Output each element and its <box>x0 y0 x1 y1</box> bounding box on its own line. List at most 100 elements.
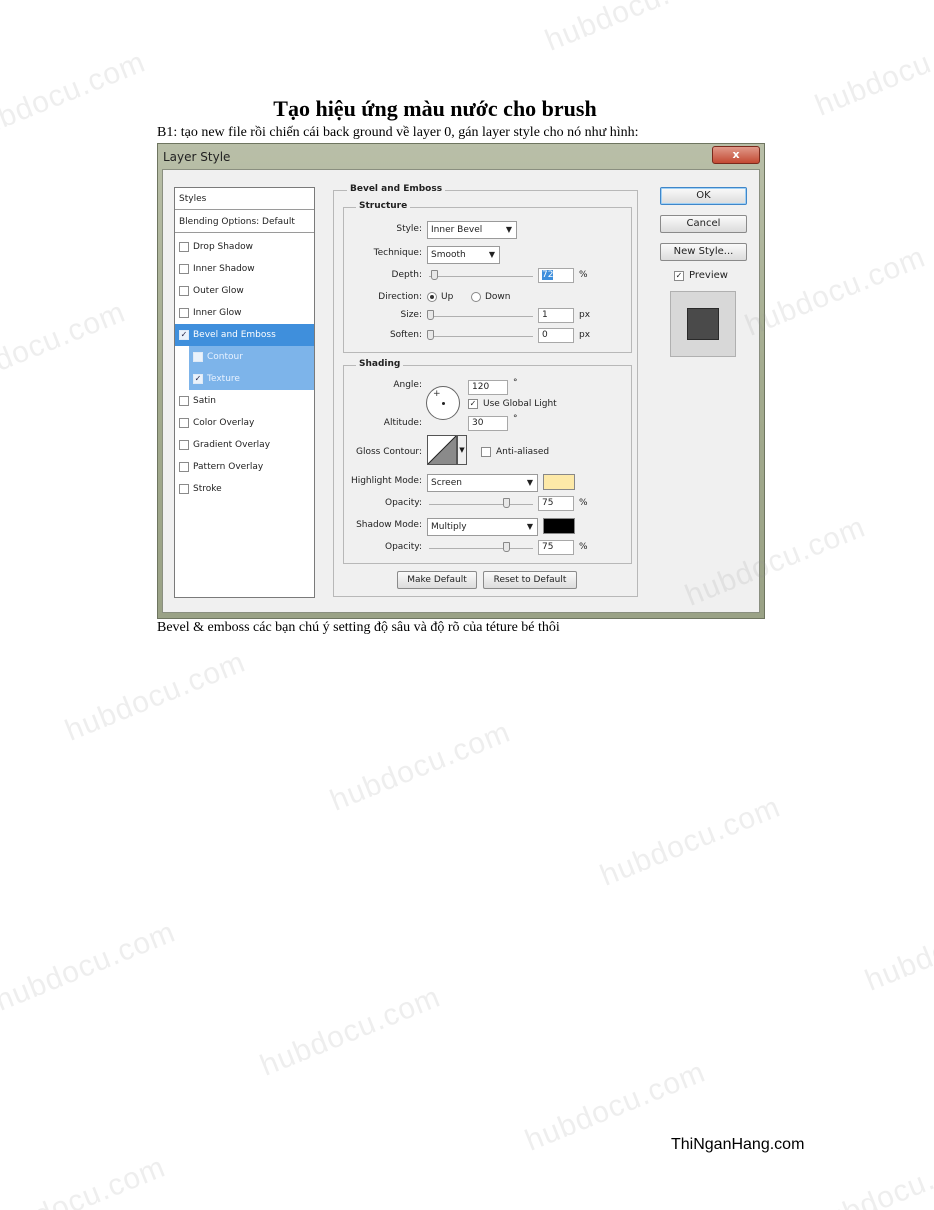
sidebar-item-checkbox[interactable] <box>179 285 189 296</box>
sidebar-item-pattern-overlay[interactable]: Pattern Overlay <box>175 456 314 478</box>
size-unit: px <box>579 310 591 320</box>
sidebar-item-checkbox[interactable] <box>179 241 189 252</box>
close-button[interactable]: x <box>712 146 760 164</box>
style-value: Inner Bevel <box>431 225 483 235</box>
depth-value: 72 <box>542 270 554 280</box>
new-style-button[interactable]: New Style... <box>660 243 747 261</box>
sidebar-item-satin[interactable]: Satin <box>175 390 314 412</box>
highlight-opacity-slider-thumb[interactable] <box>503 498 510 508</box>
soften-unit: px <box>579 330 591 340</box>
angle-unit: ° <box>513 378 518 388</box>
highlight-opacity-label: Opacity: <box>385 498 422 508</box>
highlight-mode-value: Screen <box>431 478 462 488</box>
sidebar-item-checkbox[interactable] <box>179 483 189 494</box>
watermark: hubdocu.com <box>860 895 934 998</box>
shading-title: Shading <box>356 359 404 369</box>
size-slider[interactable] <box>429 316 533 317</box>
highlight-color-swatch[interactable] <box>543 474 575 490</box>
sidebar-item-label: Gradient Overlay <box>193 440 271 450</box>
sidebar-item-checkbox[interactable]: ✓ <box>193 373 203 384</box>
chevron-down-icon: ▼ <box>488 250 495 259</box>
watermark: hubdocu.com <box>805 1140 934 1210</box>
sidebar-item-label: Inner Shadow <box>193 264 255 274</box>
layer-style-dialog: Layer Style x Styles Blending Options: D… <box>157 143 765 619</box>
shadow-mode-dropdown[interactable]: Multiply ▼ <box>427 518 538 536</box>
sidebar-item-checkbox[interactable] <box>179 307 189 318</box>
sidebar-item-label: Drop Shadow <box>193 242 254 252</box>
sidebar-styles-header[interactable]: Styles <box>175 188 314 210</box>
highlight-opacity-slider[interactable] <box>429 504 533 505</box>
shadow-color-swatch[interactable] <box>543 518 575 534</box>
sidebar-item-checkbox[interactable]: ✓ <box>179 329 189 340</box>
watermark: hubdocu.com <box>595 790 786 893</box>
preview-swatch <box>687 308 719 340</box>
highlight-opacity-unit: % <box>579 498 588 508</box>
footer-site-name: ThiNganHang.com <box>671 1136 805 1153</box>
anti-aliased-label: Anti-aliased <box>496 447 550 457</box>
chevron-down-icon[interactable]: ▼ <box>457 435 467 465</box>
shadow-opacity-slider-thumb[interactable] <box>503 542 510 552</box>
sidebar-item-label: Stroke <box>193 484 222 494</box>
structure-title: Structure <box>356 201 411 211</box>
chevron-down-icon: ▼ <box>526 522 533 531</box>
sidebar-item-checkbox[interactable] <box>179 417 189 428</box>
bevel-emboss-title: Bevel and Emboss <box>347 184 446 194</box>
style-label: Style: <box>396 224 422 234</box>
sidebar-item-checkbox[interactable] <box>179 395 189 406</box>
preview-thumbnail <box>670 291 736 357</box>
depth-input[interactable]: 72 <box>538 268 574 283</box>
watermark: hubdocu.com <box>540 0 731 58</box>
sidebar-item-outer-glow[interactable]: Outer Glow <box>175 280 314 302</box>
direction-up-radio[interactable] <box>427 292 437 302</box>
sidebar-item-color-overlay[interactable]: Color Overlay <box>175 412 314 434</box>
angle-label: Angle: <box>393 380 422 390</box>
use-global-light-label: Use Global Light <box>483 399 557 409</box>
watermark: hubdocu.com <box>740 240 931 343</box>
sidebar-item-texture[interactable]: ✓ Texture <box>189 368 314 390</box>
shadow-opacity-slider[interactable] <box>429 548 533 549</box>
size-slider-thumb[interactable] <box>427 310 434 320</box>
sidebar-item-drop-shadow[interactable]: Drop Shadow <box>175 236 314 258</box>
size-input[interactable]: 1 <box>538 308 574 323</box>
angle-dial[interactable]: + <box>426 386 460 420</box>
altitude-input[interactable]: 30 <box>468 416 508 431</box>
sidebar-item-checkbox[interactable] <box>193 351 203 362</box>
shadow-opacity-input[interactable]: 75 <box>538 540 574 555</box>
sidebar-item-checkbox[interactable] <box>179 263 189 274</box>
make-default-button[interactable]: Make Default <box>397 571 477 589</box>
cancel-button[interactable]: Cancel <box>660 215 747 233</box>
ok-button[interactable]: OK <box>660 187 747 205</box>
shadow-opacity-unit: % <box>579 542 588 552</box>
use-global-light-checkbox[interactable]: ✓ <box>468 399 478 409</box>
sidebar-item-stroke[interactable]: Stroke <box>175 478 314 500</box>
contour-curve-icon <box>427 435 457 465</box>
technique-dropdown[interactable]: Smooth ▼ <box>427 246 500 264</box>
sidebar-blending-options[interactable]: Blending Options: Default <box>175 211 314 233</box>
anti-aliased-checkbox[interactable] <box>481 447 491 457</box>
angle-input[interactable]: 120 <box>468 380 508 395</box>
sidebar-item-checkbox[interactable] <box>179 461 189 472</box>
soften-slider-thumb[interactable] <box>427 330 434 340</box>
style-dropdown[interactable]: Inner Bevel ▼ <box>427 221 517 239</box>
direction-down-radio[interactable] <box>471 292 481 302</box>
reset-to-default-button[interactable]: Reset to Default <box>483 571 577 589</box>
depth-slider[interactable] <box>429 276 533 277</box>
sidebar-item-gradient-overlay[interactable]: Gradient Overlay <box>175 434 314 456</box>
sidebar-item-inner-shadow[interactable]: Inner Shadow <box>175 258 314 280</box>
watermark: hubdocu.com <box>0 915 181 1018</box>
highlight-mode-dropdown[interactable]: Screen ▼ <box>427 474 538 492</box>
depth-slider-thumb[interactable] <box>431 270 438 280</box>
sidebar-item-inner-glow[interactable]: Inner Glow <box>175 302 314 324</box>
sidebar-item-contour[interactable]: Contour <box>189 346 314 368</box>
sidebar-item-bevel-and-emboss[interactable]: ✓ Bevel and Emboss <box>175 324 314 346</box>
soften-slider[interactable] <box>429 336 533 337</box>
depth-unit: % <box>579 270 588 280</box>
preview-checkbox[interactable]: ✓ <box>674 271 684 281</box>
soften-input[interactable]: 0 <box>538 328 574 343</box>
sidebar-item-label: Contour <box>207 352 243 362</box>
sidebar-item-checkbox[interactable] <box>179 439 189 450</box>
sidebar-item-label: Color Overlay <box>193 418 255 428</box>
highlight-opacity-input[interactable]: 75 <box>538 496 574 511</box>
gloss-contour-picker[interactable] <box>427 435 457 465</box>
watermark: hubdocu.com <box>0 295 131 398</box>
